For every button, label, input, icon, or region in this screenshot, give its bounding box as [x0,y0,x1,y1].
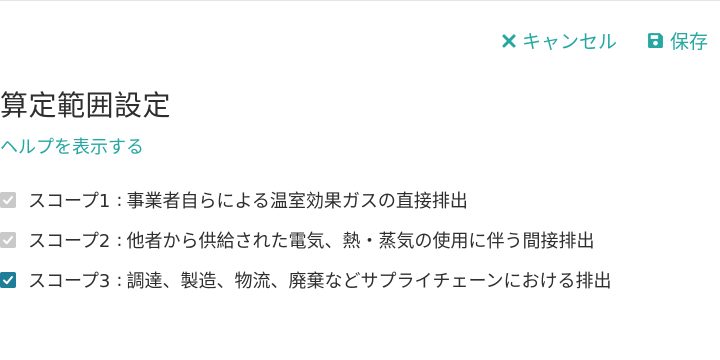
scope-option-3[interactable]: スコープ3 : 調達、製造、物流、廃棄などサプライチェーンにおける排出 [0,260,612,300]
scope-2-checkbox [0,232,16,248]
settings-page: キャンセル 保存 算定範囲設定 ヘルプを表示する スコープ1 : 事業者自らによ… [0,0,720,360]
scope-1-description: 事業者自らによる温室効果ガスの直接排出 [126,191,468,212]
scope-1-separator: : [116,189,123,211]
scope-3-checkbox[interactable] [0,272,16,288]
toolbar: キャンセル 保存 [502,27,708,54]
checkmark-icon [3,236,13,245]
page-title: 算定範囲設定 [0,89,172,122]
save-button[interactable]: 保存 [647,27,708,54]
scope-1-checkbox [0,192,16,208]
scope-3-separator: : [116,269,123,291]
close-icon [502,34,516,48]
scope-2-separator: : [116,229,123,251]
floppy-disk-icon [647,32,664,49]
scope-3-description: 調達、製造、物流、廃棄などサプライチェーンにおける排出 [126,271,612,292]
cancel-button[interactable]: キャンセル [502,27,617,54]
checkmark-icon [3,276,13,285]
scope-3-name: スコープ3 [28,271,111,292]
save-button-label: 保存 [669,31,708,53]
cancel-button-label: キャンセル [521,31,617,53]
top-divider [0,0,720,1]
scope-2-description: 他者から供給された電気、熱・蒸気の使用に伴う間接排出 [126,231,595,252]
scope-checkbox-list: スコープ1 : 事業者自らによる温室効果ガスの直接排出 スコープ2 : 他者から… [0,180,612,300]
scope-1-name: スコープ1 [28,191,111,212]
checkmark-icon [3,196,13,205]
help-link[interactable]: ヘルプを表示する [0,133,144,159]
scope-option-1: スコープ1 : 事業者自らによる温室効果ガスの直接排出 [0,180,612,220]
scope-option-2: スコープ2 : 他者から供給された電気、熱・蒸気の使用に伴う間接排出 [0,220,612,260]
scope-2-name: スコープ2 [28,231,111,252]
